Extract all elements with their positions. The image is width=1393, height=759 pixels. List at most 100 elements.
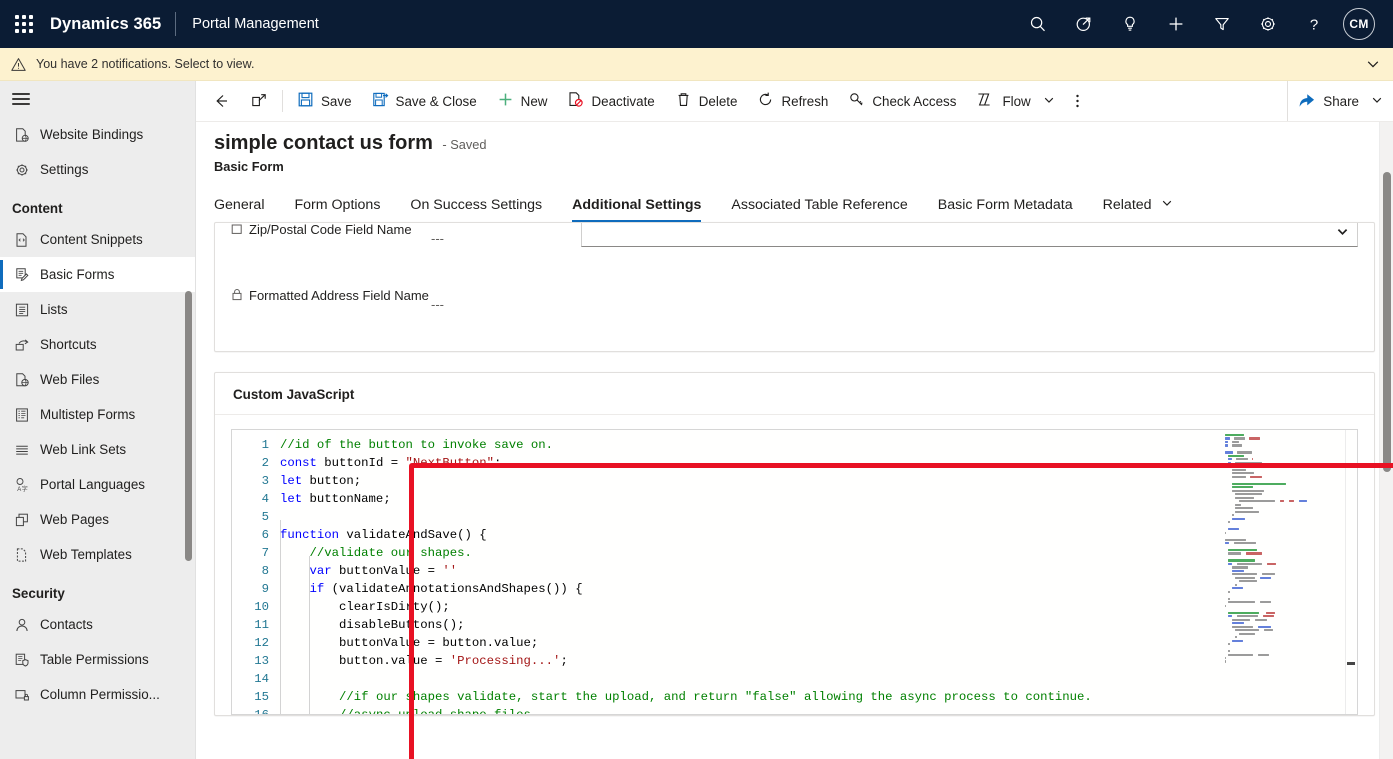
sidebar-item-web-templates[interactable]: Web Templates <box>0 537 195 572</box>
chevron-down-icon[interactable] <box>1161 197 1173 213</box>
editor-code-area[interactable]: //id of the button to invoke save on. con… <box>276 430 1357 714</box>
chevron-down-icon[interactable] <box>1043 94 1055 109</box>
sidebar-item-website-bindings[interactable]: Website Bindings <box>0 117 195 152</box>
sidebar-item-portal-languages[interactable]: A字 Portal Languages <box>0 467 195 502</box>
back-button[interactable] <box>202 81 240 121</box>
code-line[interactable]: clearIsDirty(); <box>276 598 1357 616</box>
minimap-line <box>1223 437 1343 440</box>
save-and-close-button[interactable]: Save & Close <box>362 81 487 121</box>
svg-text:?: ? <box>1310 17 1318 34</box>
sidebar-item-column-permissions[interactable]: Column Permissio... <box>0 677 195 712</box>
code-token: var <box>309 564 332 578</box>
sidebar-item-basic-forms[interactable]: Basic Forms <box>0 257 195 292</box>
sidebar-item-content-snippets[interactable]: Content Snippets <box>0 222 195 257</box>
sidebar-scrollbar-thumb[interactable] <box>185 291 192 561</box>
code-line[interactable]: //async upload shape files <box>276 706 1357 714</box>
minimap-line <box>1223 434 1343 437</box>
tab-label: Related <box>1102 196 1152 213</box>
code-line[interactable] <box>276 670 1357 688</box>
line-number: 7 <box>261 546 269 560</box>
code-line[interactable]: //if our shapes validate, start the uplo… <box>276 688 1357 706</box>
code-line[interactable]: const buttonId = "NextButton"; <box>276 454 1357 472</box>
code-token: const <box>280 456 317 470</box>
chevron-down-icon[interactable] <box>1336 225 1349 241</box>
code-line[interactable]: //id of the button to invoke save on. <box>276 436 1357 454</box>
sidebar-item-table-permissions[interactable]: Table Permissions <box>0 642 195 677</box>
code-line[interactable]: let buttonName; <box>276 490 1357 508</box>
zip-postal-code-dropdown[interactable] <box>581 223 1358 247</box>
page-scrollbar-track[interactable] <box>1379 122 1393 759</box>
refresh-button[interactable]: Refresh <box>747 81 838 121</box>
sidebar-item-multistep-forms[interactable]: Multistep Forms <box>0 397 195 432</box>
code-token: validateAndSave() { <box>339 528 487 542</box>
code-token: '' <box>442 564 458 578</box>
app-launcher-waffle-icon[interactable] <box>0 0 48 48</box>
notification-bar[interactable]: You have 2 notifications. Select to view… <box>0 48 1393 81</box>
flow-button[interactable]: Flow <box>966 81 1064 121</box>
filter-icon[interactable] <box>1199 0 1245 48</box>
minimap-line <box>1223 542 1343 545</box>
app-name-label[interactable]: Portal Management <box>176 16 319 32</box>
minimap-line <box>1223 573 1343 576</box>
code-line[interactable]: button.value = 'Processing...'; <box>276 652 1357 670</box>
lightbulb-icon[interactable] <box>1107 0 1153 48</box>
code-editor[interactable]: 1 2 3 4 5 6 7 8 9 10 11 12 13 14 15 16 //id of the butt… <box>231 429 1358 715</box>
minimap-line <box>1223 448 1343 451</box>
sidebar-item-settings[interactable]: Settings <box>0 152 195 187</box>
tab-label: Additional Settings <box>572 197 702 213</box>
minimap-line <box>1223 552 1343 555</box>
gear-icon[interactable] <box>1245 0 1291 48</box>
lock-icon <box>231 285 243 307</box>
sidebar-item-shortcuts[interactable]: Shortcuts <box>0 327 195 362</box>
sidebar-item-web-pages[interactable]: Web Pages <box>0 502 195 537</box>
tab-general[interactable]: General <box>214 197 264 222</box>
editor-minimap[interactable] <box>1223 434 1343 712</box>
hamburger-menu-icon[interactable] <box>0 81 195 117</box>
more-commands-button[interactable] <box>1065 81 1090 121</box>
new-button[interactable]: New <box>487 81 558 121</box>
minimap-line <box>1223 475 1343 479</box>
code-editor-wrapper: 1 2 3 4 5 6 7 8 9 10 11 12 13 14 15 16 //id of the butt… <box>215 415 1374 715</box>
tab-basic-form-metadata[interactable]: Basic Form Metadata <box>938 197 1073 222</box>
avatar[interactable]: CM <box>1343 8 1375 40</box>
editor-scrollbar-thumb[interactable] <box>1347 662 1355 665</box>
tab-form-options[interactable]: Form Options <box>294 197 380 222</box>
code-line[interactable]: let button; <box>276 472 1357 490</box>
line-number: 6 <box>261 528 269 542</box>
check-access-button[interactable]: Check Access <box>838 81 966 121</box>
code-token: let <box>280 474 303 488</box>
deactivate-button[interactable]: Deactivate <box>557 81 664 121</box>
tab-additional-settings[interactable]: Additional Settings <box>572 197 702 222</box>
sidebar-item-lists[interactable]: Lists <box>0 292 195 327</box>
search-icon[interactable] <box>1015 0 1061 48</box>
code-line[interactable]: function validateAndSave() { <box>276 526 1357 544</box>
delete-button[interactable]: Delete <box>665 81 748 121</box>
code-line[interactable] <box>276 508 1357 526</box>
sidebar-item-web-files[interactable]: Web Files <box>0 362 195 397</box>
brand-title[interactable]: Dynamics 365 <box>48 15 175 34</box>
save-button[interactable]: Save <box>287 81 362 121</box>
chevron-down-icon[interactable] <box>1371 94 1383 109</box>
chevron-down-icon[interactable] <box>1365 56 1381 72</box>
code-line[interactable]: disableButtons(); <box>276 616 1357 634</box>
code-line[interactable]: var buttonValue = '' <box>276 562 1357 580</box>
tab-related[interactable]: Related <box>1103 197 1173 222</box>
deactivate-label: Deactivate <box>591 93 655 109</box>
code-line[interactable]: if (validateAnnotationsAndShapes()) { <box>276 580 1357 598</box>
minimap-line <box>1223 562 1343 566</box>
page-scrollbar-thumb[interactable] <box>1383 172 1391 472</box>
open-in-new-window-button[interactable] <box>240 81 278 121</box>
tab-on-success-settings[interactable]: On Success Settings <box>410 197 542 222</box>
tab-associated-table-reference[interactable]: Associated Table Reference <box>731 197 907 222</box>
sidebar-item-web-link-sets[interactable]: Web Link Sets <box>0 432 195 467</box>
code-line[interactable]: //validate our shapes. <box>276 544 1357 562</box>
sidebar-item-contacts[interactable]: Contacts <box>0 607 195 642</box>
code-line[interactable]: buttonValue = button.value; <box>276 634 1357 652</box>
minimap-line <box>1223 493 1343 496</box>
plus-icon[interactable] <box>1153 0 1199 48</box>
share-button[interactable]: Share <box>1288 81 1393 121</box>
quick-create-icon[interactable] <box>1061 0 1107 48</box>
minimap-line <box>1223 580 1343 583</box>
editor-vertical-scrollbar[interactable] <box>1345 430 1357 714</box>
help-icon[interactable]: ? <box>1291 0 1337 48</box>
